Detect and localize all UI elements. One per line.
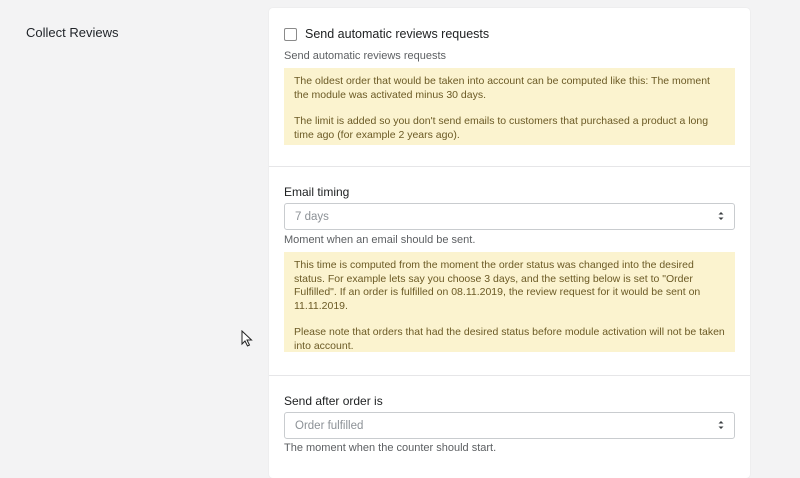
- send-after-select-value: Order fulfilled: [295, 420, 364, 432]
- auto-requests-checkbox-row[interactable]: Send automatic reviews requests: [284, 27, 489, 41]
- auto-requests-help: Send automatic reviews requests: [284, 50, 447, 62]
- email-timing-help: Moment when an email should be sent.: [284, 234, 476, 246]
- auto-requests-checkbox[interactable]: [284, 27, 297, 41]
- divider: [269, 375, 750, 376]
- section-label: Collect Reviews: [26, 25, 119, 40]
- send-after-label: Send after order is: [284, 394, 383, 408]
- auto-requests-notice-text-2: The limit is added so you don't send ema…: [294, 115, 709, 141]
- email-timing-select[interactable]: 7 days: [284, 203, 735, 230]
- email-timing-notice-text-1: This time is computed from the moment th…: [294, 259, 701, 312]
- email-timing-select-value: 7 days: [295, 211, 329, 223]
- send-after-help: The moment when the counter should start…: [284, 442, 497, 454]
- settings-card: Send automatic reviews requests Send aut…: [269, 8, 750, 478]
- email-timing-label: Email timing: [284, 185, 350, 199]
- auto-requests-notice: The oldest order that would be taken int…: [284, 68, 735, 145]
- up-down-chevron-icon: [718, 421, 724, 429]
- up-down-chevron-icon: [718, 212, 724, 220]
- auto-requests-notice-text-1: The oldest order that would be taken int…: [294, 75, 710, 101]
- email-timing-notice: This time is computed from the moment th…: [284, 252, 735, 352]
- email-timing-notice-text-2: Please note that orders that had the des…: [294, 326, 725, 352]
- send-after-select[interactable]: Order fulfilled: [284, 412, 735, 439]
- auto-requests-checkbox-label[interactable]: Send automatic reviews requests: [305, 27, 489, 41]
- divider: [269, 166, 750, 167]
- mouse-cursor-icon: [241, 330, 253, 347]
